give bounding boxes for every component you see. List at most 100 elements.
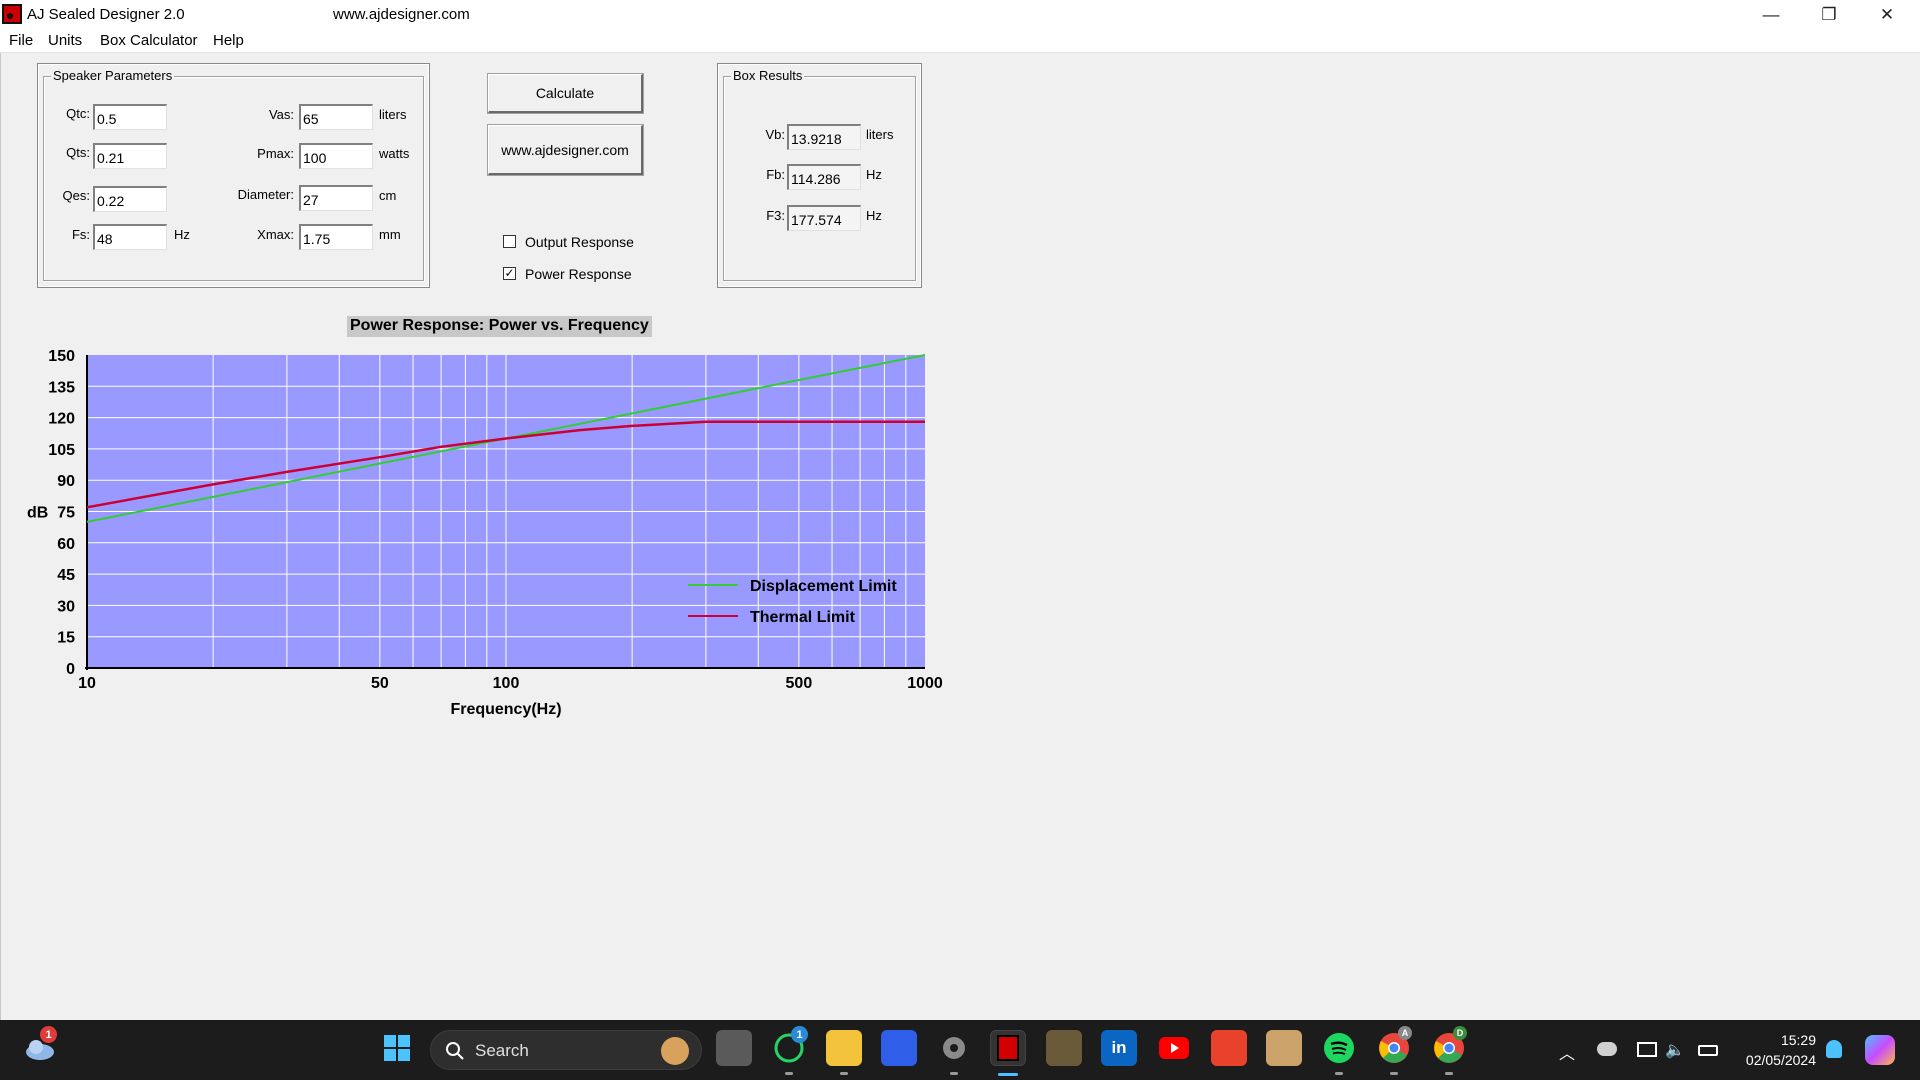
reader-icon[interactable] — [1266, 1030, 1302, 1066]
power-response-label: Power Response — [525, 266, 632, 282]
app-window: AJ Sealed Designer 2.0 www.ajdesigner.co… — [0, 0, 1920, 1080]
settings-running-indicator — [950, 1072, 958, 1075]
y-tick-label: 60 — [57, 536, 75, 553]
notification-bell-icon[interactable] — [1826, 1040, 1842, 1058]
y-tick-label: 15 — [57, 630, 75, 647]
qes-input[interactable] — [93, 186, 167, 212]
chrome-running-indicator — [1390, 1072, 1398, 1075]
y-axis-label: dB — [27, 505, 48, 522]
y-tick-label: 45 — [57, 567, 75, 584]
power-response-checkbox[interactable]: ✓ — [503, 267, 516, 280]
search-label: Search — [475, 1041, 529, 1060]
x-axis-label: Frequency(Hz) — [450, 701, 561, 718]
diameter-label: Diameter: — [237, 187, 294, 202]
explorer-running-indicator — [840, 1072, 848, 1075]
pmax-input[interactable] — [299, 143, 373, 169]
output-response-label: Output Response — [525, 234, 634, 250]
taskbar-clock[interactable]: 15:29 02/05/2024 — [1746, 1030, 1816, 1070]
qts-input[interactable] — [93, 143, 167, 169]
menu-bar: File Units Box Calculator Help — [0, 29, 1920, 53]
linkedin-icon[interactable]: in — [1101, 1030, 1137, 1066]
aj-designer-icon[interactable] — [990, 1030, 1026, 1066]
weather-icon[interactable]: 1 — [22, 1026, 58, 1066]
fb-output — [787, 164, 861, 190]
settings-icon[interactable] — [936, 1030, 972, 1066]
qtc-label: Qtc: — [66, 106, 90, 121]
x-tick-label: 10 — [78, 675, 96, 692]
menu-units[interactable]: Units — [48, 32, 82, 49]
chrome-profile-d-badge: D — [1453, 1026, 1467, 1040]
windows-start-icon[interactable] — [379, 1030, 415, 1066]
whatsapp-badge: 1 — [791, 1026, 808, 1043]
app-logo-icon — [2, 4, 22, 24]
volume-icon[interactable]: 🔈 — [1665, 1040, 1685, 1060]
spotify-running-indicator — [1335, 1072, 1343, 1075]
crest-icon[interactable] — [1046, 1030, 1082, 1066]
f3-label: F3: — [766, 208, 785, 223]
whatsapp-icon[interactable]: 1 — [771, 1026, 808, 1066]
task-view-icon[interactable] — [716, 1030, 752, 1066]
power-response-chart: 0 15 30 45 60 75 90 105 120 135 150 10 50 100 500 1000 d… — [27, 348, 943, 718]
chrome-icon[interactable]: A — [1376, 1026, 1412, 1066]
code-editor-icon[interactable] — [881, 1030, 917, 1066]
spotify-icon[interactable] — [1321, 1030, 1357, 1066]
output-response-checkbox[interactable] — [503, 235, 516, 248]
y-tick-label: 150 — [48, 348, 75, 365]
menu-file[interactable]: File — [9, 32, 33, 49]
fs-input[interactable] — [93, 224, 167, 250]
chrome-profile-icon[interactable]: D — [1431, 1026, 1467, 1066]
speaker-parameters-legend: Speaker Parameters — [51, 68, 175, 83]
close-button[interactable]: ✕ — [1858, 0, 1916, 29]
search-highlight-icon — [661, 1037, 689, 1065]
y-tick-label: 0 — [66, 661, 75, 678]
diameter-input[interactable] — [299, 185, 373, 211]
vas-unit: liters — [379, 107, 407, 122]
website-button[interactable]: www.ajdesigner.com — [487, 124, 644, 176]
menu-help[interactable]: Help — [213, 32, 244, 49]
battery-icon[interactable] — [1698, 1045, 1718, 1056]
file-explorer-icon[interactable] — [826, 1030, 862, 1066]
fs-unit: Hz — [174, 227, 190, 242]
xmax-label: Xmax: — [257, 227, 294, 242]
legend-label-2: Thermal Limit — [750, 609, 856, 626]
y-tick-label: 30 — [57, 598, 75, 615]
youtube-icon[interactable] — [1156, 1030, 1192, 1066]
diameter-unit: cm — [379, 188, 397, 203]
vas-input[interactable] — [299, 104, 373, 130]
xmax-unit: mm — [379, 227, 401, 242]
window-url: www.ajdesigner.com — [333, 6, 470, 23]
search-icon — [446, 1042, 464, 1060]
vb-output — [787, 124, 861, 150]
menu-box-calculator[interactable]: Box Calculator — [100, 32, 198, 49]
chrome-profile-running-indicator — [1445, 1072, 1453, 1075]
fb-label: Fb: — [766, 167, 785, 182]
xmax-input[interactable] — [299, 224, 373, 250]
x-tick-label: 100 — [493, 675, 520, 692]
f3-unit: Hz — [866, 208, 882, 223]
qtc-input[interactable] — [93, 104, 167, 130]
minimize-button[interactable]: — — [1742, 0, 1800, 29]
active-app-indicator — [998, 1073, 1018, 1076]
box-results-legend: Box Results — [731, 68, 805, 83]
y-tick-label: 90 — [57, 473, 75, 490]
x-tick-label: 1000 — [907, 675, 943, 692]
calculate-button[interactable]: Calculate — [487, 73, 644, 114]
taskbar-search[interactable]: Search — [430, 1030, 702, 1070]
qes-label: Qes: — [62, 188, 90, 203]
legend-label-1: Displacement Limit — [750, 578, 897, 595]
f3-output — [787, 205, 861, 231]
weather-badge: 1 — [40, 1026, 57, 1043]
taskbar: 1 Search 1 in A D ︿ 🔈 15:29 02/05/2024 — [0, 1020, 1920, 1080]
mail-icon[interactable] — [1211, 1030, 1247, 1066]
chrome-profile-a-badge: A — [1398, 1026, 1412, 1040]
y-tick-label: 75 — [57, 505, 75, 522]
y-tick-label: 135 — [48, 379, 75, 396]
window-title: AJ Sealed Designer 2.0 — [27, 6, 185, 23]
title-bar: AJ Sealed Designer 2.0 www.ajdesigner.co… — [0, 0, 1920, 29]
restore-button[interactable]: ❐ — [1800, 0, 1858, 29]
onedrive-error-icon[interactable] — [1597, 1042, 1617, 1056]
y-tick-label: 105 — [48, 442, 75, 459]
tray-chevron-icon[interactable]: ︿ — [1559, 1040, 1575, 1064]
network-icon[interactable] — [1637, 1042, 1657, 1057]
copilot-icon[interactable] — [1865, 1035, 1895, 1065]
